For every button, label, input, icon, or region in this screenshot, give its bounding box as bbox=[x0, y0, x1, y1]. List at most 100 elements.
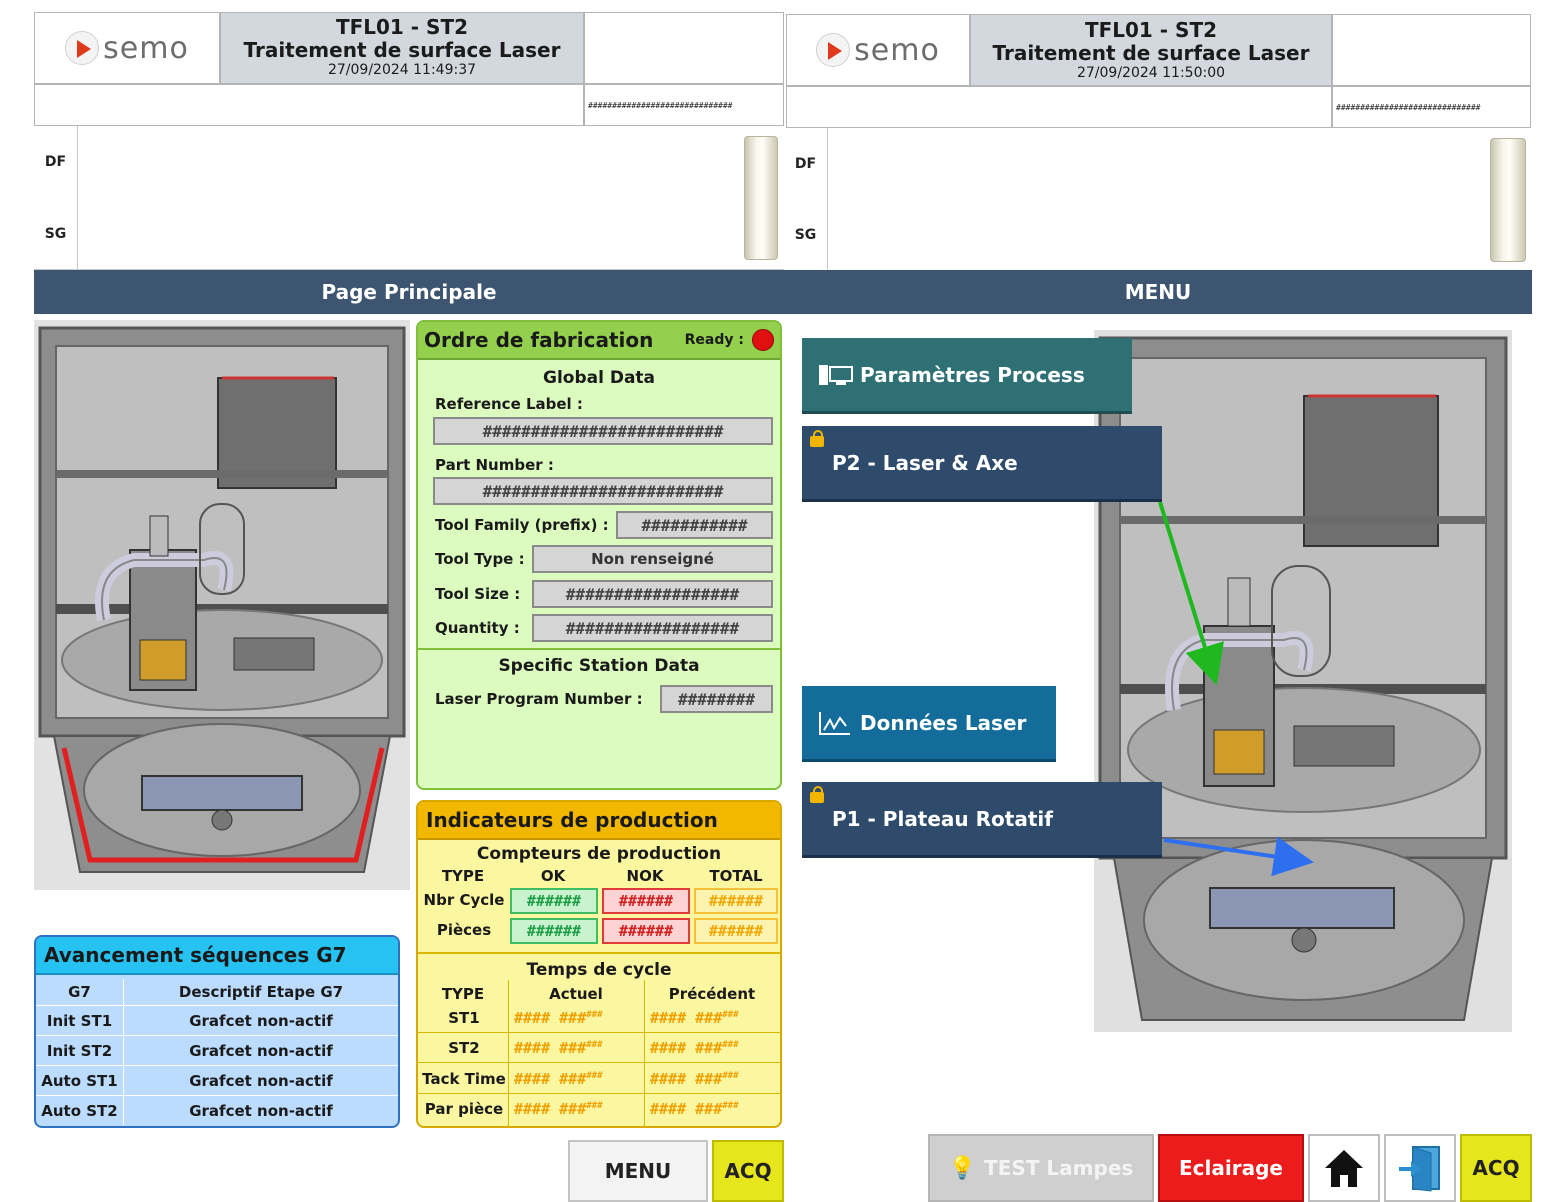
header-timestamp: 27/09/2024 11:49:37 bbox=[327, 62, 477, 78]
tool-type-field[interactable]: Non renseigné bbox=[532, 545, 773, 573]
temps-cycle-title: Temps de cycle bbox=[526, 960, 672, 980]
message-bar bbox=[34, 84, 584, 126]
part-number-label: Part Number : bbox=[435, 456, 554, 474]
pieces-nok: ###### bbox=[602, 918, 690, 944]
lock-icon bbox=[810, 430, 824, 447]
donnees-laser-label: Données Laser bbox=[860, 710, 1027, 735]
col-total: TOTAL bbox=[709, 867, 763, 885]
station-title: TFL01 - ST2 Traitement de surface Laser … bbox=[220, 12, 584, 84]
par-piece-actuel: #### ###### bbox=[514, 1100, 603, 1118]
avancement-panel: Avancement séquences G7 G7 Descriptif Et… bbox=[34, 935, 400, 1128]
part-number-field[interactable]: ######################### bbox=[433, 477, 773, 505]
df-label: DF bbox=[34, 126, 78, 198]
page-title: Page Principale bbox=[34, 270, 784, 314]
hash-strip: ############################## bbox=[584, 84, 784, 126]
ordre-fabrication-header: Ordre de fabrication Ready : bbox=[418, 322, 780, 360]
table-row: Auto ST2 Grafcet non-actif bbox=[36, 1095, 398, 1125]
exit-door-icon bbox=[1399, 1146, 1440, 1192]
ordre-fabrication-panel: Ordre de fabrication Ready : Global Data… bbox=[416, 320, 782, 790]
machine-drawing bbox=[34, 320, 410, 890]
ready-label: Ready : bbox=[684, 332, 744, 348]
p2-laser-axe-label: P2 - Laser & Axe bbox=[832, 450, 1018, 475]
col-precedent: Précédent bbox=[668, 985, 756, 1003]
quantity-field[interactable]: ################## bbox=[532, 614, 773, 642]
st1-precedent: #### ###### bbox=[650, 1009, 739, 1027]
lightbulb-icon: 💡 bbox=[948, 1155, 977, 1181]
home-button[interactable] bbox=[1308, 1134, 1380, 1202]
g7-step: Init ST1 bbox=[36, 1006, 124, 1035]
donnees-laser-button[interactable]: Données Laser bbox=[802, 686, 1056, 762]
pieces-total: ###### bbox=[694, 918, 778, 944]
g7-description: Grafcet non-actif bbox=[189, 1041, 333, 1060]
compteurs-title: Compteurs de production bbox=[476, 844, 722, 864]
time-label-tack-time: Tack Time bbox=[422, 1070, 506, 1088]
col-g7: G7 bbox=[36, 979, 124, 1005]
nbr-cycle-total: ###### bbox=[694, 888, 778, 914]
home-icon bbox=[1325, 1150, 1363, 1187]
parametres-process-button[interactable]: Paramètres Process bbox=[802, 338, 1132, 414]
tool-family-label: Tool Family (prefix) : bbox=[435, 516, 609, 534]
station-name: Traitement de surface Laser bbox=[243, 38, 561, 62]
p1-arrow bbox=[1163, 836, 1314, 877]
st2-precedent: #### ###### bbox=[650, 1039, 739, 1057]
semo-logo-text: semo bbox=[103, 30, 189, 66]
col-type: TYPE bbox=[441, 867, 485, 885]
time-row-divider bbox=[418, 1093, 780, 1094]
semo-logo: semo bbox=[34, 12, 220, 84]
p2-laser-axe-button[interactable]: P2 - Laser & Axe bbox=[802, 426, 1162, 502]
g7-step: Auto ST1 bbox=[36, 1066, 124, 1095]
avancement-header-row: G7 Descriptif Etape G7 bbox=[36, 979, 398, 1005]
global-data-title: Global Data bbox=[542, 368, 656, 388]
logout-button[interactable] bbox=[1384, 1134, 1456, 1202]
st2-actuel: #### ###### bbox=[514, 1039, 603, 1057]
menu-page-panel: semo TFL01 - ST2 Traitement de surface L… bbox=[784, 0, 1545, 1202]
indicateurs-title: Indicateurs de production bbox=[418, 802, 780, 840]
user-box bbox=[584, 12, 784, 84]
col-descriptif: Descriptif Etape G7 bbox=[178, 983, 344, 1001]
col-nok: NOK bbox=[626, 867, 664, 885]
table-row: Auto ST1 Grafcet non-actif bbox=[36, 1065, 398, 1095]
g7-step: Auto ST2 bbox=[36, 1096, 124, 1125]
reference-label-field[interactable]: ######################### bbox=[433, 417, 773, 445]
tack-time-precedent: #### ###### bbox=[650, 1070, 739, 1088]
quantity-label: Quantity : bbox=[435, 619, 520, 637]
tool-family-field[interactable]: ########### bbox=[616, 511, 773, 539]
col-actuel: Actuel bbox=[549, 985, 603, 1003]
avancement-title: Avancement séquences G7 bbox=[36, 937, 398, 975]
nbr-cycle-nok: ###### bbox=[602, 888, 690, 914]
time-label-st1: ST1 bbox=[448, 1009, 480, 1027]
col-ok: OK bbox=[540, 867, 566, 885]
fault-area: DF SG bbox=[34, 126, 784, 270]
time-label-st2: ST2 bbox=[448, 1039, 480, 1057]
ready-indicator: Ready : bbox=[685, 329, 774, 351]
laser-program-field[interactable]: ######## bbox=[660, 685, 773, 713]
sg-label: SG bbox=[34, 198, 78, 270]
p1-plateau-rotatif-button[interactable]: P1 - Plateau Rotatif bbox=[802, 782, 1162, 858]
acq-button[interactable]: ACQ bbox=[712, 1140, 784, 1202]
main-page-panel: semo TFL01 - ST2 Traitement de surface L… bbox=[0, 0, 784, 1202]
g7-description: Grafcet non-actif bbox=[189, 1071, 333, 1090]
section-divider bbox=[418, 648, 780, 650]
p1-plateau-rotatif-label: P1 - Plateau Rotatif bbox=[832, 806, 1053, 831]
station-code: TFL01 - ST2 bbox=[335, 15, 469, 39]
tool-size-field[interactable]: ################## bbox=[532, 580, 773, 608]
acq-button[interactable]: ACQ bbox=[1460, 1134, 1532, 1202]
tack-time-actuel: #### ###### bbox=[514, 1070, 603, 1088]
st1-actuel: #### ###### bbox=[514, 1009, 603, 1027]
callout-arrows bbox=[1158, 501, 1314, 877]
tool-size-label: Tool Size : bbox=[435, 585, 521, 603]
time-row-divider bbox=[418, 1032, 780, 1033]
test-lampes-button[interactable]: 💡 TEST Lampes bbox=[928, 1134, 1154, 1202]
specific-station-title: Specific Station Data bbox=[498, 656, 700, 676]
eclairage-button[interactable]: Eclairage bbox=[1158, 1134, 1304, 1202]
table-row: Init ST1 Grafcet non-actif bbox=[36, 1005, 398, 1035]
semo-logo-icon bbox=[65, 31, 100, 65]
menu-button[interactable]: MENU bbox=[568, 1140, 708, 1202]
pieces-ok: ###### bbox=[510, 918, 598, 944]
g7-description: Grafcet non-actif bbox=[189, 1011, 333, 1030]
machine-drawing-svg bbox=[34, 320, 410, 890]
chart-icon bbox=[819, 711, 850, 735]
row-label-nbr-cycle: Nbr Cycle bbox=[423, 891, 505, 909]
p2-arrow bbox=[1158, 501, 1225, 686]
status-lamp-icon bbox=[744, 136, 778, 260]
